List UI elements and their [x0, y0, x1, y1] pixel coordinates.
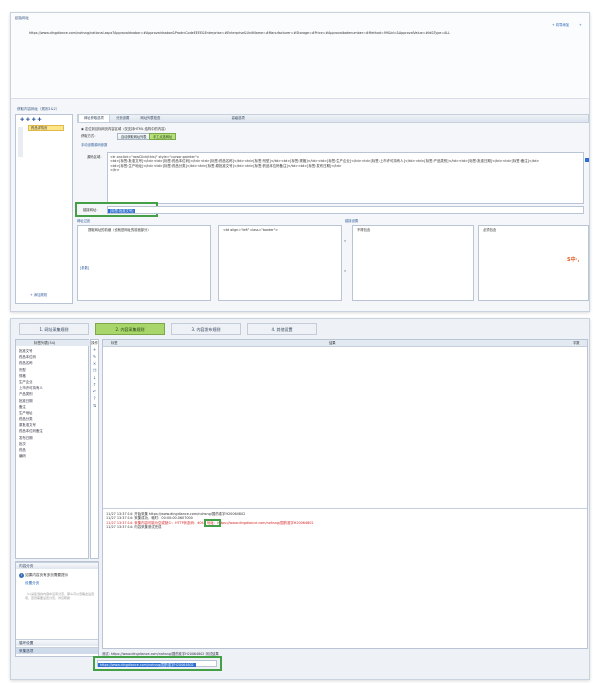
start-url-title: 起始网址	[15, 16, 29, 20]
step-other-settings[interactable]: 4. 其他设置	[247, 323, 317, 335]
vertical-tab[interactable]	[18, 127, 23, 157]
rule-list-panel: ✚ ✚ ✚ ✚ 药品详情页 + 添加规则	[15, 114, 73, 304]
tab-advanced[interactable]: 高级选项	[227, 115, 250, 122]
wizard-add-button[interactable]: + 向导添加	[552, 23, 569, 27]
start-url-text[interactable]: https://www.dingdiance.com/nohsng/nation…	[29, 31, 549, 35]
param-label: [参数]	[80, 266, 90, 270]
link-url-value: [标签:批准文号]	[108, 209, 136, 213]
acc-loop-settings[interactable]: 循环设置	[16, 639, 98, 646]
sort-icon[interactable]: ⇅	[92, 403, 97, 408]
plus-icon[interactable]: +	[92, 347, 97, 352]
code-area-label: 源码区域：	[87, 155, 104, 159]
tool-column: 操作 + ✎ × ❐ ↓ ↑ ↶ ? ⇅	[90, 339, 99, 559]
get-method-label: 获取方式：	[81, 134, 98, 138]
url-rule-window: 起始网址 + 向导添加 + https://www.dingdiance.com…	[10, 12, 590, 312]
col-count: 字数	[573, 341, 580, 345]
info-title: 如果内容页有多页需要提示	[25, 573, 69, 577]
start-url-panel: 起始网址 + 向导添加 + https://www.dingdiance.com…	[11, 13, 589, 99]
html-fragment-text: <td align="left" class="border">	[223, 228, 279, 232]
include-label: 必须包含	[483, 228, 497, 232]
prefix-panel[interactable]: 提取网址的前缀（也就是网址的前面部分） [参数]	[77, 225, 211, 301]
test-url-input[interactable]: https://www.dingdiance.com/nohsng/国药准字H2…	[97, 660, 217, 667]
undo-icon[interactable]: ↶	[92, 389, 97, 394]
rule-toolbar: ✚ ✚ ✚ ✚	[20, 117, 42, 123]
code-line: <td>[标签:批准文号]</td><td>[标签:药品本位码]</td><td…	[110, 159, 540, 164]
tab-url-options[interactable]: 网址获取选项	[78, 115, 110, 122]
step-url-rules[interactable]: 1. 网址采集规则	[19, 323, 89, 335]
prefix-text: 提取网址的前缀（也就是网址的前面部分）	[88, 228, 151, 232]
down-icon[interactable]: ↓	[92, 375, 97, 380]
rules-title: 获取内容网址（规则1&2）	[17, 107, 60, 111]
copy-rule-icon[interactable]: ✚	[26, 117, 30, 123]
tab-url-list[interactable]: 网址列表检查	[136, 115, 166, 122]
pencil-icon[interactable]: ✎	[92, 354, 97, 359]
rule-list-item[interactable]: 药品详情页	[28, 125, 64, 131]
include-panel[interactable]: 必须包含 S中·,	[478, 225, 589, 301]
info-icon: i	[19, 573, 24, 578]
result-grid-header: 标签 结果 字数	[103, 340, 587, 347]
tag-list: 批准文号 药品本位码 药品名称 剂型 规格 生产企业 上市许可持有人 产品类别 …	[16, 348, 90, 459]
source-code-editor[interactable]: <tr onclick="rowClick(this)" style="curs…	[107, 152, 584, 204]
html-fragment-panel[interactable]: <td align="left" class="border">	[218, 225, 342, 301]
question-icon[interactable]: ?	[92, 396, 97, 401]
x-icon[interactable]: ×	[92, 361, 97, 366]
step-publish-rules[interactable]: 3. 内容发布规则	[171, 323, 241, 335]
link-settings-title: 链接设置	[345, 219, 359, 223]
status-404-highlight	[204, 519, 221, 527]
link-url-input[interactable]: [标签:批准文号]	[107, 206, 584, 214]
url-filter-title: 网址过滤	[77, 219, 91, 223]
step-content-rules[interactable]: 2. 内容采集规则	[95, 323, 165, 335]
add-rule-button[interactable]: + 添加规则	[30, 293, 47, 297]
acc-collect-options[interactable]: 采集选项	[16, 647, 98, 654]
tool-column-header: 操作	[91, 341, 98, 345]
sogou-ime-icon: S中·,	[567, 257, 580, 263]
content-rule-window: 1. 网址采集规则 2. 内容采集规则 3. 内容发布规则 4. 其他设置 标签…	[10, 318, 590, 680]
code-line: </tr>	[110, 167, 120, 172]
auto-get-url-button[interactable]: 自动获取网址列表	[117, 133, 151, 140]
exclude-label: 不得包含	[357, 228, 371, 232]
log-divider	[103, 508, 587, 509]
arrow-icon[interactable]: »	[344, 239, 346, 243]
col-result: 结果	[329, 341, 336, 345]
add-rule-icon[interactable]: ✚	[20, 117, 24, 123]
info-desc: （1)采集到的内容中没有分页，那么可以忽略此设置项，否则需要设置分页，详见帮助	[25, 592, 95, 600]
set-paging-link[interactable]: 设置分页	[19, 581, 95, 586]
tab-paging[interactable]: 分页设置	[111, 115, 134, 122]
up-icon[interactable]: ↑	[92, 382, 97, 387]
up-rule-icon[interactable]: ✚	[32, 117, 36, 123]
paging-info: i 如果内容页有多页需要提示 设置分页 （1)采集到的内容中没有分页，那么可以忽…	[16, 569, 98, 604]
add-url-button[interactable]: +	[579, 23, 582, 27]
editor-marker	[585, 158, 589, 162]
source-params-label: 手动设置源码参数	[81, 143, 108, 147]
col-label: 标签	[111, 341, 118, 345]
tag-list-panel: 标签列表(34) 批准文号 药品本位码 药品名称 剂型 规格 生产企业 上市许可…	[15, 339, 90, 559]
tag-item[interactable]: 编码	[16, 453, 90, 459]
acc-content-paging[interactable]: 内容分页	[16, 562, 98, 569]
test-url-value: https://www.dingdiance.com/nohsng/国药准字H2…	[98, 663, 196, 667]
location-option[interactable]: ◉ 定位到目标网页内容区域（仅支持HTML 结构中的内容）	[81, 127, 168, 131]
tag-list-header: 标签列表(34)	[16, 340, 90, 346]
link-url-label: 链接网址：	[83, 208, 100, 212]
copy-icon[interactable]: ❐	[92, 368, 97, 373]
down-rule-icon[interactable]: ✚	[37, 117, 41, 123]
arrow-icon[interactable]: »	[344, 269, 346, 273]
options-accordion: 内容分页 i 如果内容页有多页需要提示 设置分页 （1)采集到的内容中没有分页，…	[15, 561, 99, 657]
exclude-panel[interactable]: 不得包含	[352, 225, 474, 301]
result-grid: 标签 结果 字数 11/27 13:37:14: 开始采集 https://ww…	[102, 339, 588, 649]
options-tab-bar: 网址获取选项 分页设置 网址列表检查 高级选项	[77, 114, 589, 123]
manual-select-button[interactable]: 手工点选网址	[149, 133, 177, 140]
